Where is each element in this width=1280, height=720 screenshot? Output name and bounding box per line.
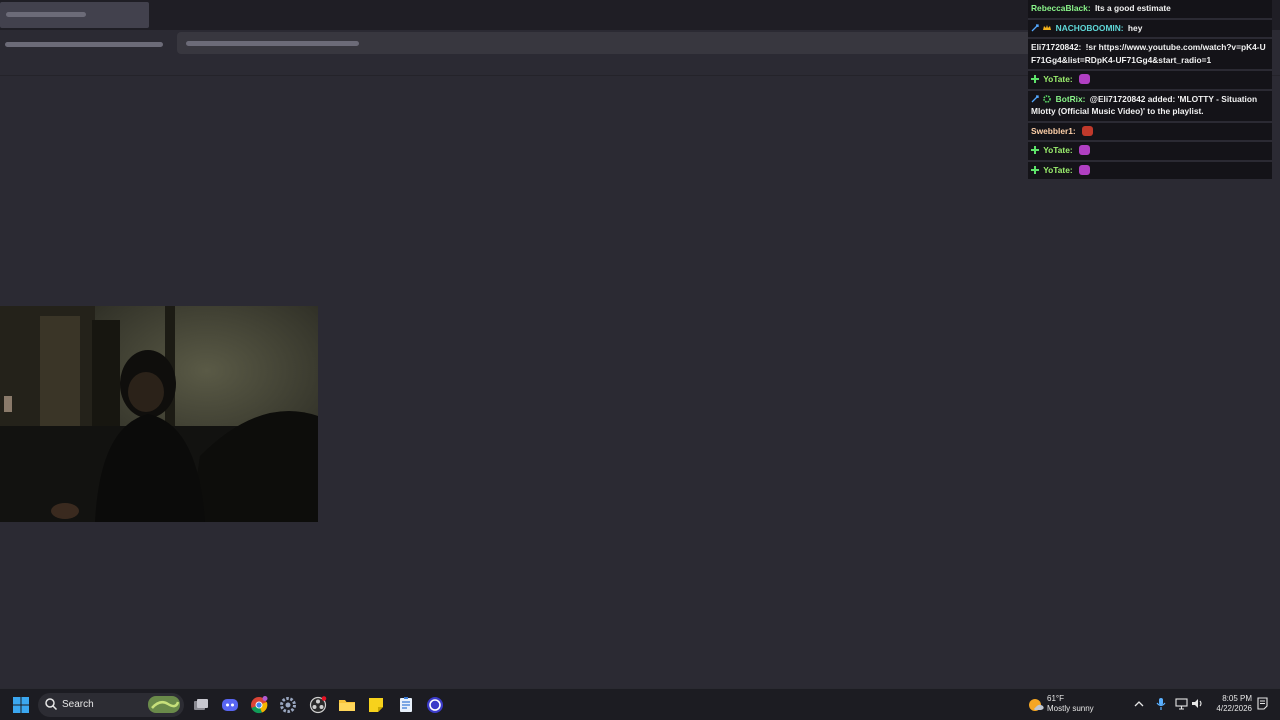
tab-title-placeholder xyxy=(6,12,86,17)
weather-sun-icon[interactable] xyxy=(1027,696,1045,714)
search-icon xyxy=(44,697,58,711)
chat-username: BotRix: xyxy=(1055,93,1086,104)
webcam-feed xyxy=(0,306,318,522)
chat-username: YoTate: xyxy=(1043,164,1073,175)
purple-emote-icon xyxy=(1079,164,1090,175)
network-icon[interactable] xyxy=(1175,697,1188,710)
chat-overlay: RebeccaBlack: Its a good estimate NACHOB… xyxy=(1028,0,1272,181)
chat-username: Eli71720842: xyxy=(1031,42,1082,52)
chat-username: YoTate: xyxy=(1043,74,1073,84)
sword-badge-icon xyxy=(1031,94,1039,102)
chat-message: YoTate: xyxy=(1028,142,1272,162)
chat-username: NACHOBOOMIN: xyxy=(1055,22,1124,33)
search-label: Search xyxy=(62,699,94,710)
crown-badge-icon xyxy=(1043,23,1052,31)
cortana-icon[interactable] xyxy=(426,696,444,714)
browser-tab[interactable] xyxy=(0,2,149,28)
purple-emote-icon xyxy=(1079,145,1090,155)
plus-badge-icon xyxy=(1031,145,1039,154)
chat-text: Its a good estimate xyxy=(1094,3,1171,13)
address-placeholder xyxy=(186,41,359,46)
chat-message: YoTate: xyxy=(1028,71,1272,91)
chrome-icon[interactable] xyxy=(250,696,268,714)
chat-message: RebeccaBlack: Its a good estimate xyxy=(1028,0,1272,20)
task-view-icon[interactable] xyxy=(192,696,210,714)
microphone-icon[interactable] xyxy=(1155,697,1167,711)
chat-text: hey xyxy=(1127,22,1143,33)
chat-username: Swebbler1: xyxy=(1031,125,1076,136)
windows-start-icon[interactable] xyxy=(12,696,30,714)
taskbar-search[interactable]: Search xyxy=(38,693,184,717)
chat-username: RebeccaBlack: xyxy=(1031,3,1091,13)
chat-message: YoTate: xyxy=(1028,161,1272,181)
red-emote-icon xyxy=(1082,125,1094,136)
chat-message: BotRix: @Eli71720842 added: 'MLOTTY - Si… xyxy=(1028,90,1272,123)
file-explorer-icon[interactable] xyxy=(338,696,356,714)
chat-message: Eli71720842: !sr https://www.youtube.com… xyxy=(1028,39,1272,71)
plus-badge-icon xyxy=(1031,165,1039,174)
chat-message: Swebbler1: xyxy=(1028,122,1272,142)
sword-badge-icon xyxy=(1031,23,1039,31)
webcam-image xyxy=(0,306,318,522)
volume-icon[interactable] xyxy=(1191,697,1204,710)
nav-placeholder xyxy=(5,42,163,47)
discord-icon[interactable] xyxy=(221,696,239,714)
settings-icon[interactable] xyxy=(279,696,297,714)
notepad-icon[interactable] xyxy=(397,696,415,714)
weather-desc: Mostly sunny xyxy=(1047,704,1094,713)
gear-badge-icon xyxy=(1043,94,1052,103)
sticky-notes-icon[interactable] xyxy=(367,696,385,714)
search-highlight-icon xyxy=(148,696,180,713)
plus-badge-icon xyxy=(1031,74,1039,83)
chat-message: NACHOBOOMIN: hey xyxy=(1028,19,1272,39)
notification-icon[interactable] xyxy=(1256,697,1269,711)
clock-time[interactable]: 8:05 PM xyxy=(1212,694,1252,704)
purple-emote-icon xyxy=(1079,74,1090,84)
obs-icon[interactable] xyxy=(309,696,327,714)
taskbar: Search 61°F Mostly sunny 8:05 PM 4/22/20… xyxy=(0,688,1280,720)
clock-date[interactable]: 4/22/2026 xyxy=(1208,704,1252,714)
weather-temp: 61°F xyxy=(1047,694,1064,703)
chat-username: YoTate: xyxy=(1043,145,1073,155)
chevron-up-icon[interactable] xyxy=(1133,697,1145,709)
